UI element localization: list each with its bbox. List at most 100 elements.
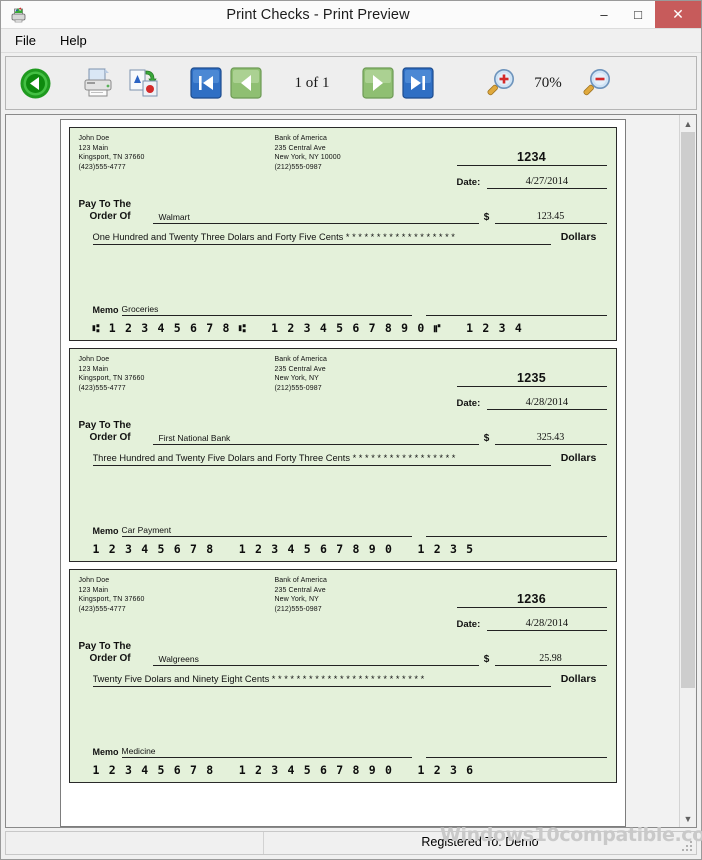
print-button[interactable] — [76, 67, 120, 99]
memo-value: Groceries — [122, 304, 412, 315]
payer-city: Kingsport, TN 37660 — [79, 595, 275, 605]
zoom-out-button[interactable] — [576, 68, 616, 99]
amount-rule — [495, 665, 607, 666]
check-number-rule — [457, 607, 607, 608]
check-number-rule — [457, 165, 607, 166]
bank-street: 235 Central Ave — [275, 365, 475, 375]
amount-numeric: 123.45 — [495, 211, 607, 223]
payer-address: John Doe 123 Main Kingsport, TN 37660 (4… — [79, 355, 275, 411]
export-button[interactable] — [120, 67, 166, 99]
previous-page-icon — [230, 67, 262, 99]
maximize-button[interactable]: □ — [621, 1, 655, 28]
printer-checks-icon — [1, 1, 29, 28]
bank-name: Bank of America — [275, 134, 475, 144]
check-blank-area — [79, 687, 607, 743]
check-item[interactable]: John Doe 123 Main Kingsport, TN 37660 (4… — [69, 569, 617, 783]
memo-row: Memo Groceries — [79, 303, 607, 316]
date-rule — [487, 188, 606, 189]
bank-city: New York, NY — [275, 374, 475, 384]
dollars-label: Dollars — [551, 452, 607, 466]
check-blank-area — [79, 466, 607, 522]
amount-in-words: Three Hundred and Twenty Five Dolars and… — [93, 453, 551, 465]
scrollbar-thumb[interactable] — [681, 132, 695, 688]
preview-page: John Doe 123 Main Kingsport, TN 37660 (4… — [60, 119, 626, 827]
menu-item-help[interactable]: Help — [56, 31, 91, 50]
amount-words-rule — [93, 244, 551, 245]
amount-in-words: One Hundred and Twenty Three Dolars and … — [93, 232, 551, 244]
zoom-in-button[interactable] — [480, 68, 520, 99]
first-page-icon — [190, 67, 222, 99]
amount-words-row: Twenty Five Dolars and Ninety Eight Cent… — [79, 673, 607, 687]
scroll-up-arrow-icon[interactable]: ▲ — [680, 115, 696, 132]
signature-rule — [426, 524, 607, 537]
memo-value: Medicine — [122, 746, 412, 757]
memo-value: Car Payment — [122, 525, 412, 536]
currency-symbol: $ — [479, 654, 495, 666]
next-page-icon — [362, 67, 394, 99]
resize-grip[interactable] — [682, 841, 693, 852]
scroll-down-arrow-icon[interactable]: ▼ — [680, 810, 696, 827]
pay-to-line-2: Order Of — [79, 653, 153, 665]
memo-label: Memo — [79, 526, 122, 537]
bank-name: Bank of America — [275, 576, 475, 586]
date-row: Date: 4/28/2014 — [457, 397, 607, 410]
menu-bar: File Help — [1, 29, 701, 53]
date-value: 4/28/2014 — [487, 618, 606, 630]
amount-words-row: Three Hundred and Twenty Five Dolars and… — [79, 452, 607, 466]
date-label: Date: — [457, 398, 488, 410]
status-bar: Registered To: Demo — [5, 831, 697, 855]
payer-phone: (423)555-4777 — [79, 163, 275, 173]
check-number-block: 1234 Date: 4/27/2014 — [457, 134, 607, 189]
pay-to-the-order-of-label: Pay To The Order Of — [79, 420, 153, 445]
payer-address: John Doe 123 Main Kingsport, TN 37660 (4… — [79, 134, 275, 190]
bank-phone: (212)555-0987 — [275, 163, 475, 173]
date-label: Date: — [457, 177, 488, 189]
scrollbar-track[interactable] — [680, 132, 696, 810]
bank-street: 235 Central Ave — [275, 144, 475, 154]
signature-rule — [426, 745, 607, 758]
payer-name: John Doe — [79, 355, 275, 365]
previous-page-button[interactable] — [226, 67, 266, 99]
memo-rule — [122, 757, 412, 758]
amount-in-words: Twenty Five Dolars and Ninety Eight Cent… — [93, 674, 551, 686]
bank-name: Bank of America — [275, 355, 475, 365]
check-header: John Doe 123 Main Kingsport, TN 37660 (4… — [79, 134, 607, 190]
payee-rule — [153, 665, 479, 666]
next-page-button[interactable] — [358, 67, 398, 99]
pay-to-line-1: Pay To The — [79, 420, 132, 431]
pay-to-line-2: Order Of — [79, 211, 153, 223]
minimize-button[interactable]: – — [587, 1, 621, 28]
amount-rule — [495, 223, 607, 224]
check-item[interactable]: John Doe 123 Main Kingsport, TN 37660 (4… — [69, 127, 617, 341]
last-page-icon — [402, 67, 434, 99]
micr-line: 1 2 3 4 5 6 7 8 1 2 3 4 5 6 7 8 9 0 1 2 … — [79, 537, 607, 557]
signature-rule — [426, 303, 607, 316]
close-button[interactable]: ✕ — [655, 1, 701, 28]
amount-words-rule — [93, 686, 551, 687]
date-row: Date: 4/27/2014 — [457, 176, 607, 189]
back-button[interactable] — [14, 67, 56, 100]
title-bar: Print Checks - Print Preview – □ ✕ — [1, 1, 701, 29]
first-page-button[interactable] — [186, 67, 226, 99]
status-cell-left — [6, 832, 264, 854]
amount-words-rule — [93, 465, 551, 466]
payer-city: Kingsport, TN 37660 — [79, 374, 275, 384]
last-page-button[interactable] — [398, 67, 438, 99]
memo-rule — [122, 536, 412, 537]
vertical-scrollbar[interactable]: ▲ ▼ — [679, 115, 696, 827]
registered-to-label: Registered To: Demo — [421, 835, 538, 849]
check-number: 1234 — [457, 134, 607, 165]
payee-name: Walmart — [153, 212, 479, 223]
date-label: Date: — [457, 619, 488, 631]
preview-scroll-viewport: John Doe 123 Main Kingsport, TN 37660 (4… — [6, 115, 679, 827]
zoom-level-label: 70% — [520, 75, 576, 92]
check-item[interactable]: John Doe 123 Main Kingsport, TN 37660 (4… — [69, 348, 617, 562]
menu-item-file[interactable]: File — [11, 31, 40, 50]
status-cell-right: Registered To: Demo — [264, 832, 696, 854]
date-value: 4/28/2014 — [487, 397, 606, 409]
payer-street: 123 Main — [79, 365, 275, 375]
currency-symbol: $ — [479, 433, 495, 445]
print-preview-window: Print Checks - Print Preview – □ ✕ File … — [0, 0, 702, 860]
memo-label: Memo — [79, 305, 122, 316]
currency-symbol: $ — [479, 212, 495, 224]
